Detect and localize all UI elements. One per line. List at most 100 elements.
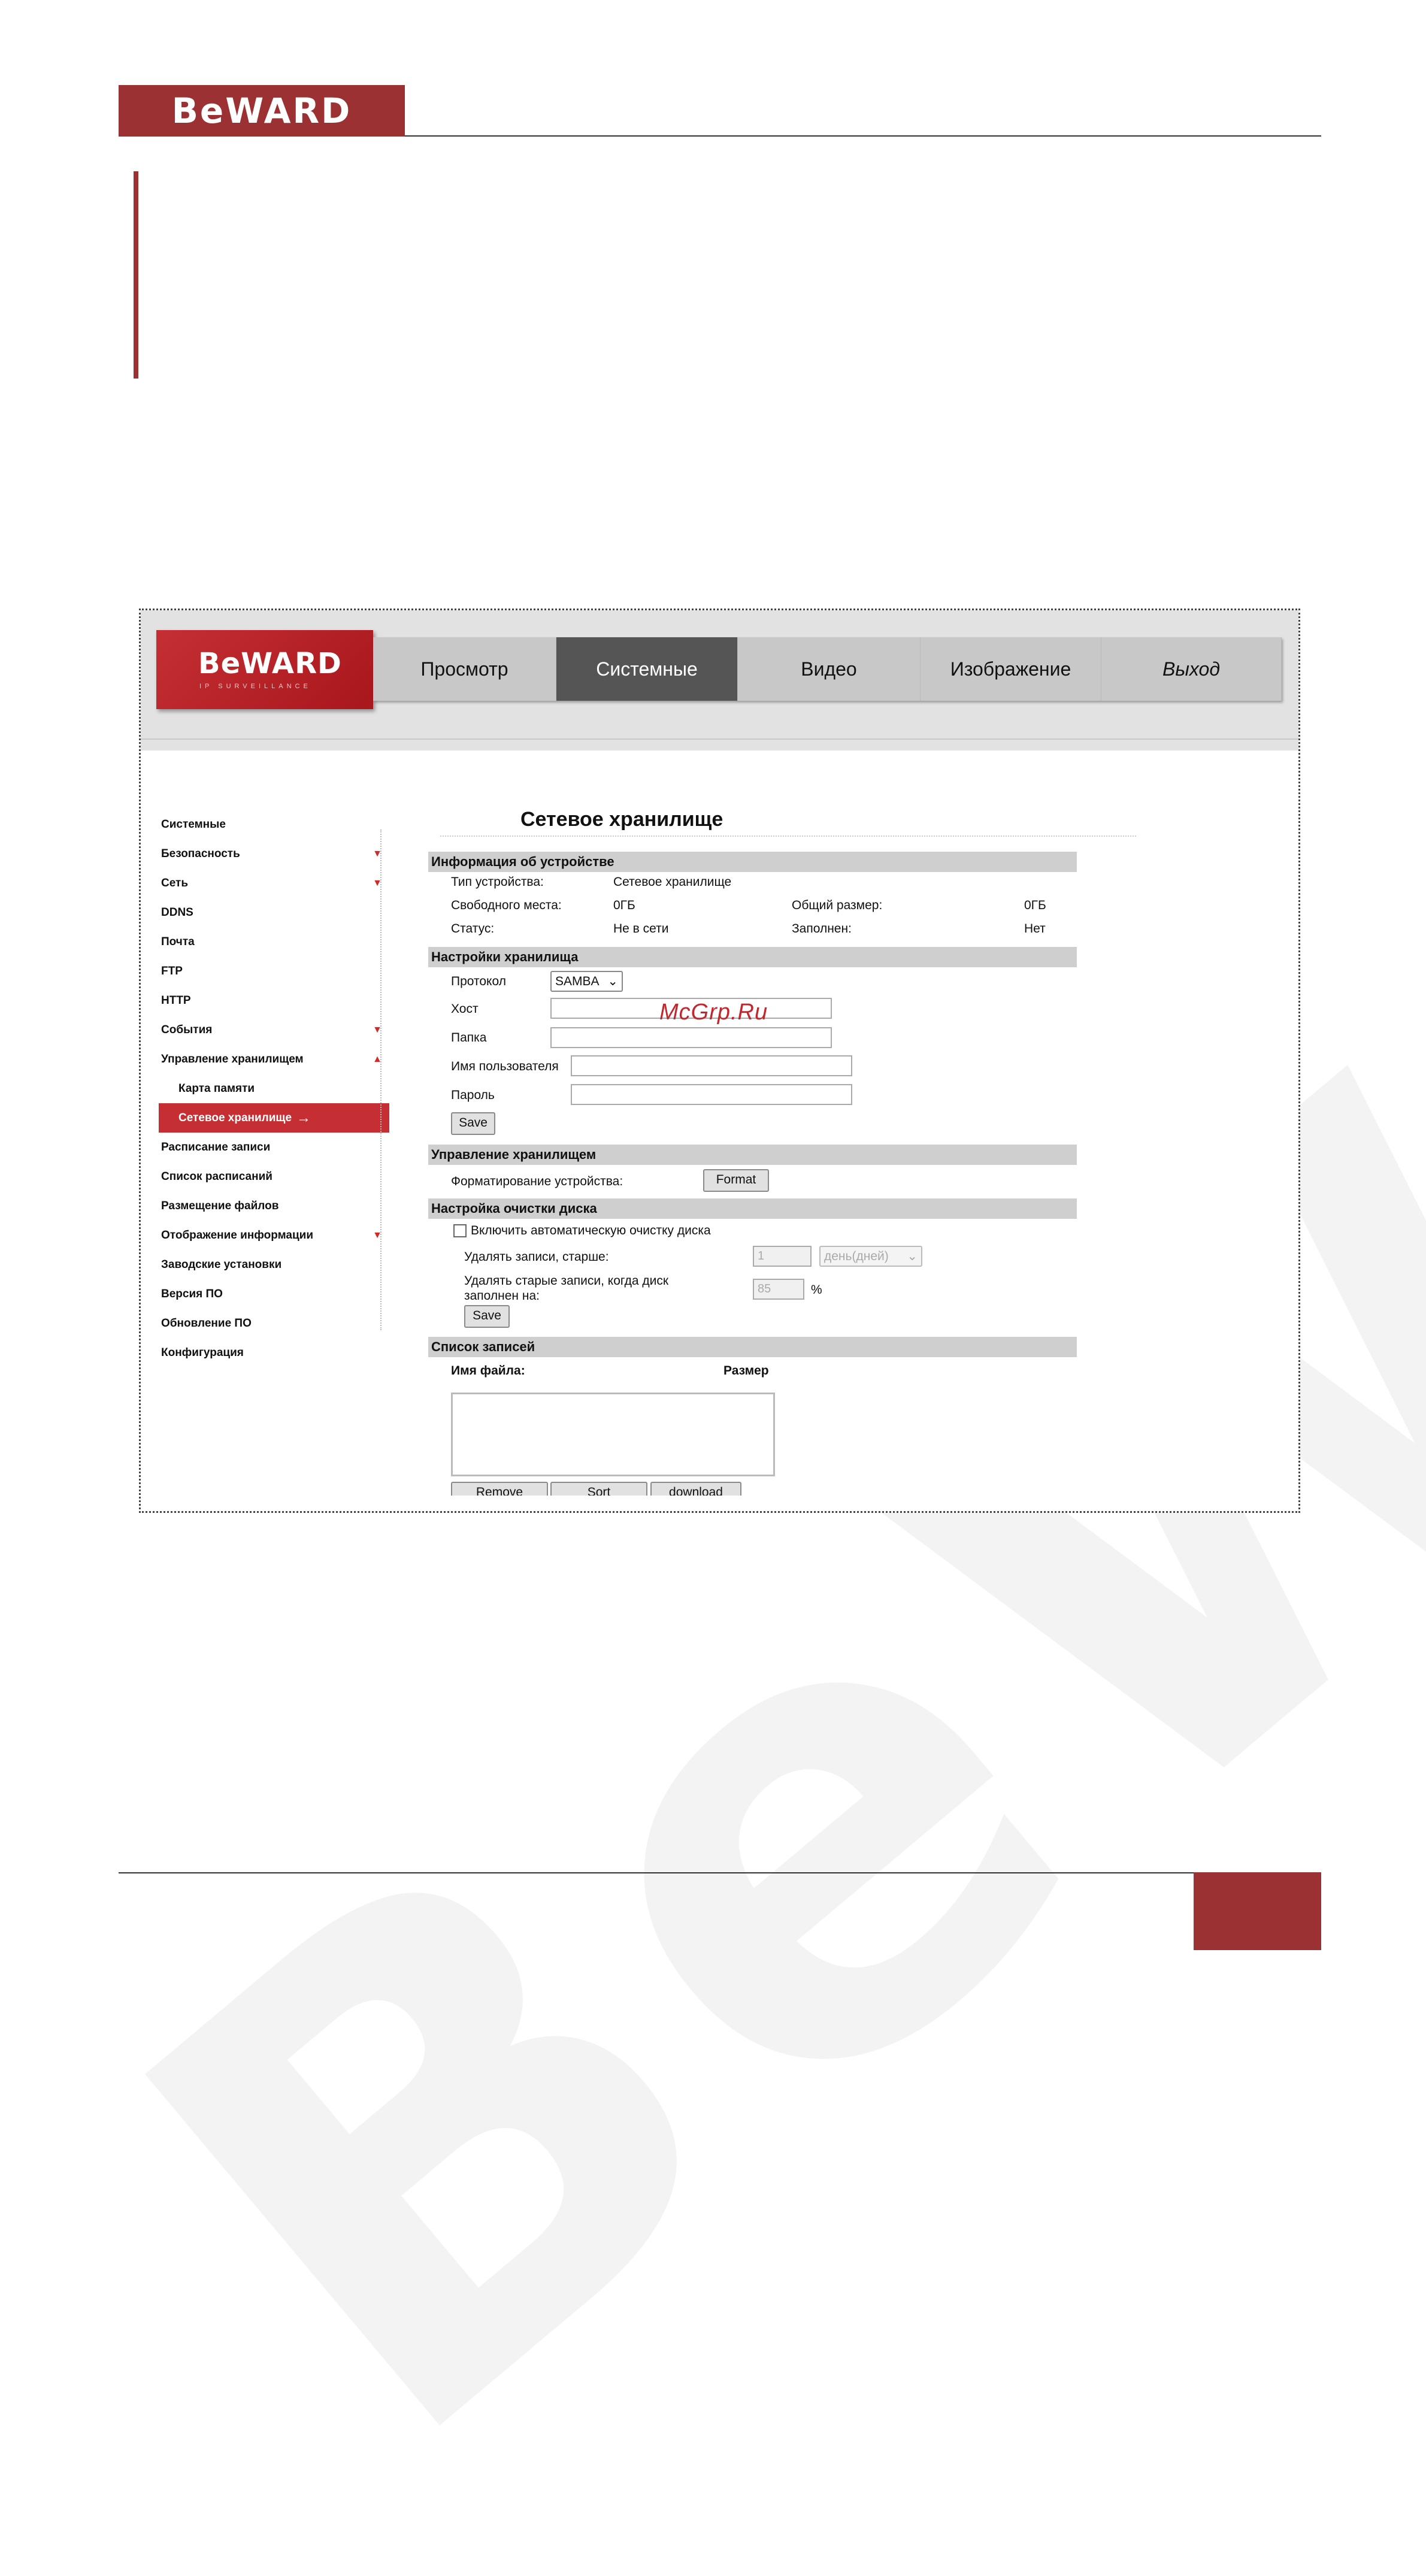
size-column-header: Размер bbox=[723, 1364, 769, 1378]
sidebar-item-configuration[interactable]: Конфигурация bbox=[159, 1338, 389, 1367]
delete-older-unit-select[interactable]: день(дней) ⌄ bbox=[819, 1246, 922, 1267]
tab-video[interactable]: Видео bbox=[738, 637, 921, 701]
sidebar-item-label: HTTP bbox=[161, 994, 191, 1007]
storage-save-button[interactable]: Save bbox=[451, 1112, 495, 1135]
format-label: Форматирование устройства: bbox=[451, 1175, 623, 1188]
sidebar-item-label: События bbox=[161, 1023, 213, 1036]
password-input[interactable] bbox=[571, 1084, 852, 1105]
sidebar-item-label: DDNS bbox=[161, 906, 193, 919]
header-rule bbox=[405, 135, 1321, 137]
sidebar-item-file-placement[interactable]: Размещение файлов bbox=[159, 1191, 389, 1221]
section-device-info: Информация об устройстве bbox=[428, 852, 1077, 872]
tab-system[interactable]: Системные bbox=[556, 637, 738, 701]
sidebar-item-label: Системные bbox=[161, 818, 226, 831]
sidebar-item-label: Сеть bbox=[161, 876, 189, 889]
sidebar-item-schedule-list[interactable]: Список расписаний bbox=[159, 1162, 389, 1191]
sidebar-item-system[interactable]: Системные bbox=[159, 810, 389, 839]
sidebar-item-memory-card[interactable]: Карта памяти bbox=[159, 1074, 389, 1103]
delete-full-label-line2: заполнен на: bbox=[464, 1289, 540, 1303]
tab-view[interactable]: Просмотр bbox=[373, 637, 556, 701]
sidebar-item-label: Обновление ПО bbox=[161, 1316, 252, 1330]
sidebar-item-label: Конфигурация bbox=[161, 1346, 244, 1359]
folder-label: Папка bbox=[451, 1031, 487, 1045]
unit-select-value: день(дней) bbox=[824, 1249, 889, 1263]
sidebar-item-storage-management[interactable]: Управление хранилищем ▲ bbox=[159, 1045, 389, 1074]
sidebar-item-http[interactable]: HTTP bbox=[159, 986, 389, 1015]
sidebar-item-label: Размещение файлов bbox=[161, 1199, 279, 1212]
sidebar-item-firmware-update[interactable]: Обновление ПО bbox=[159, 1309, 389, 1338]
full-label: Заполнен: bbox=[792, 922, 852, 936]
title-underline bbox=[440, 836, 1136, 837]
app-logo-subtitle: IP SURVEILLANCE bbox=[199, 683, 311, 690]
sidebar-item-network[interactable]: Сеть ▼ bbox=[159, 868, 389, 898]
page-title: Сетевое хранилище bbox=[520, 808, 723, 831]
delete-full-label-line1: Удалять старые записи, когда диск bbox=[464, 1274, 669, 1288]
sidebar-item-info-display[interactable]: Отображение информации ▼ bbox=[159, 1221, 389, 1250]
delete-full-input[interactable]: 85 bbox=[753, 1279, 804, 1300]
sidebar-item-label: Расписание записи bbox=[161, 1140, 271, 1154]
sidebar-item-label: Безопасность bbox=[161, 847, 240, 860]
sidebar-item-network-storage[interactable]: Сетевое хранилище → bbox=[159, 1103, 389, 1133]
status-label: Статус: bbox=[451, 922, 495, 936]
protocol-label: Протокол bbox=[451, 974, 506, 988]
sidebar-item-mail[interactable]: Почта bbox=[159, 927, 389, 956]
delete-older-label: Удалять записи, старше: bbox=[464, 1250, 609, 1264]
device-type-label: Тип устройства: bbox=[451, 875, 544, 889]
tab-exit[interactable]: Выход bbox=[1101, 637, 1282, 701]
sidebar-item-factory-settings[interactable]: Заводские установки bbox=[159, 1250, 389, 1279]
device-type-value: Сетевое хранилище bbox=[613, 875, 732, 889]
sidebar-item-security[interactable]: Безопасность ▼ bbox=[159, 839, 389, 868]
sidebar-item-label: Сетевое хранилище bbox=[178, 1111, 292, 1124]
menu-divider bbox=[380, 830, 382, 1330]
free-space-label: Свободного места: bbox=[451, 898, 562, 912]
password-label: Пароль bbox=[451, 1088, 495, 1102]
cleanup-save-button[interactable]: Save bbox=[464, 1305, 510, 1328]
folder-input[interactable] bbox=[550, 1027, 832, 1048]
username-input[interactable] bbox=[571, 1055, 852, 1076]
sidebar-item-label: Заводские установки bbox=[161, 1258, 282, 1271]
scroll-cutoff bbox=[440, 1496, 800, 1511]
current-arrow-icon: → bbox=[296, 1109, 311, 1126]
free-space-value: 0ГБ bbox=[613, 898, 635, 912]
sidebar-item-record-schedule[interactable]: Расписание записи bbox=[159, 1133, 389, 1162]
sidebar-item-label: Отображение информации bbox=[161, 1228, 314, 1242]
protocol-select[interactable]: SAMBA ⌄ bbox=[550, 971, 623, 992]
screenshot-frame: BeWARD IP SURVEILLANCE Просмотр Системны… bbox=[139, 609, 1300, 1513]
section-storage-management: Управление хранилищем bbox=[428, 1145, 1077, 1165]
app-logo-name: BeWARD bbox=[198, 647, 342, 680]
host-label: Хост bbox=[451, 1002, 479, 1016]
app-logo: BeWARD IP SURVEILLANCE bbox=[156, 630, 373, 709]
sidebar-item-ddns[interactable]: DDNS bbox=[159, 898, 389, 927]
auto-cleanup-checkbox[interactable] bbox=[453, 1224, 467, 1237]
protocol-select-value: SAMBA bbox=[555, 974, 600, 988]
username-label: Имя пользователя bbox=[451, 1060, 559, 1073]
sidebar-item-label: Список расписаний bbox=[161, 1170, 273, 1183]
chevron-down-icon: ⌄ bbox=[907, 1249, 918, 1263]
footer-accent-block bbox=[1194, 1872, 1321, 1950]
section-records-list: Список записей bbox=[428, 1337, 1077, 1357]
sidebar-item-events[interactable]: События ▼ bbox=[159, 1015, 389, 1045]
sidebar-item-label: Версия ПО bbox=[161, 1287, 223, 1300]
total-size-value: 0ГБ bbox=[1024, 898, 1046, 912]
total-size-label: Общий размер: bbox=[792, 898, 883, 912]
status-value: Не в сети bbox=[613, 922, 669, 936]
sidebar-item-label: Карта памяти bbox=[178, 1082, 255, 1095]
full-value: Нет bbox=[1024, 922, 1046, 936]
sidebar-item-firmware-version[interactable]: Версия ПО bbox=[159, 1279, 389, 1309]
sidebar-item-label: Почта bbox=[161, 935, 195, 948]
section-disk-cleanup: Настройка очистки диска bbox=[428, 1198, 1077, 1219]
records-list[interactable] bbox=[451, 1393, 775, 1476]
section-storage-settings: Настройки хранилища bbox=[428, 947, 1077, 967]
filename-column-header: Имя файла: bbox=[451, 1364, 525, 1378]
sidebar-item-label: FTP bbox=[161, 964, 183, 977]
header-divider bbox=[141, 738, 1298, 740]
tab-image[interactable]: Изображение bbox=[921, 637, 1101, 701]
auto-cleanup-label: Включить автоматическую очистку диска bbox=[471, 1224, 711, 1237]
format-button[interactable]: Format bbox=[703, 1169, 769, 1192]
sidebar-item-ftp[interactable]: FTP bbox=[159, 956, 389, 986]
percent-label: % bbox=[811, 1283, 822, 1297]
main-tabs: Просмотр Системные Видео Изображение Вых… bbox=[373, 637, 1282, 701]
site-watermark: McGrp.Ru bbox=[659, 1000, 768, 1025]
delete-older-input[interactable]: 1 bbox=[753, 1246, 812, 1267]
side-accent-bar bbox=[134, 171, 138, 379]
